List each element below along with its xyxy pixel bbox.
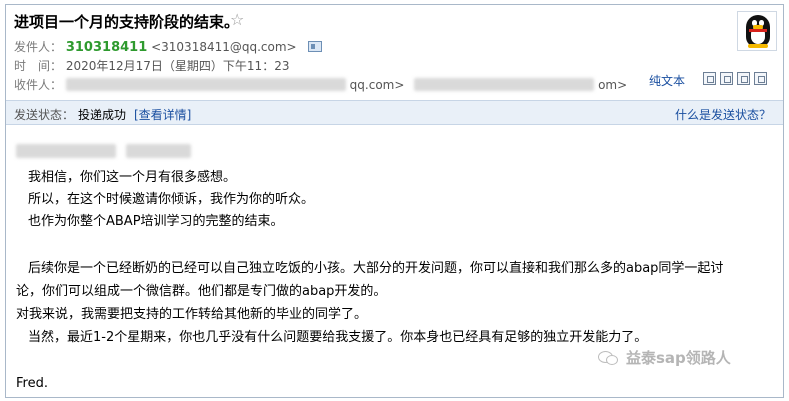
sender-row: 发件人： 310318411 <310318411@qq.com>	[14, 38, 323, 55]
watermark-text: 益泰sap领路人	[626, 349, 731, 367]
body-line: 我相信，你们这一个月有很多感想。	[28, 170, 237, 185]
view-details-link[interactable]: [查看详情]	[134, 106, 191, 123]
body-line: 后续你是一个已经断奶的已经可以自己独立吃饭的小孩。大部分的开发问题，你可以直接和…	[28, 261, 724, 276]
time-row: 时 间： 2020年12月17日（星期四）下午11：23	[14, 57, 289, 74]
mail-header: 进项目一个月的支持阶段的结束。 ☆ 发件人： 310318411 <310318…	[6, 5, 783, 100]
delivery-status-bar: 发送状态： 投递成功 [查看详情] 什么是发送状态？	[6, 100, 783, 125]
time-label: 时 间：	[14, 59, 63, 73]
recipient-row: 收件人： qq.com> om>	[14, 76, 627, 93]
avatar[interactable]	[737, 11, 777, 51]
toolbar-icons	[703, 72, 767, 85]
time-value: 2020年12月17日（星期四）下午11：23	[65, 59, 290, 73]
qq-penguin-icon	[746, 15, 770, 48]
body-line: 当然，最近1-2个星期来，你也几乎没有什么问题要给我支援了。你本身也已经具有足够…	[28, 330, 648, 345]
copy-icon[interactable]	[720, 72, 733, 85]
watermark: 益泰sap领路人	[598, 347, 731, 368]
status-value: 投递成功	[78, 108, 127, 122]
redacted-recipient-2	[414, 78, 595, 91]
wechat-icon	[598, 349, 620, 367]
star-icon[interactable]: ☆	[230, 10, 244, 29]
status-help-link[interactable]: 什么是发送状态？	[675, 106, 771, 123]
print-icon[interactable]	[754, 72, 767, 85]
signature: Fred.	[16, 376, 48, 391]
sender-email: <310318411@qq.com>	[151, 40, 297, 54]
body-line: 论，你们可以组成一个微信群。他们都是专门做的abap开发的。	[16, 284, 387, 299]
body-line: 也作为你整个ABAP培训学习的完整的结束。	[28, 214, 284, 229]
plaintext-link[interactable]: 纯文本	[649, 72, 685, 89]
redacted-recipient	[65, 78, 346, 91]
vcard-icon[interactable]	[308, 41, 323, 52]
sender-label: 发件人：	[14, 40, 63, 54]
window-icon[interactable]	[703, 72, 716, 85]
body-line: 所以，在这个时候邀请你倾诉，我作为你的听众。	[28, 192, 315, 207]
recipient-label: 收件人：	[14, 78, 63, 92]
recipient-suffix-2: om>	[598, 78, 628, 92]
body-line: 对我来说，我需要把支持的工作转给其他新的毕业的同学了。	[16, 307, 368, 322]
sender-name[interactable]: 310318411	[66, 40, 147, 55]
redacted-greeting	[16, 142, 192, 163]
save-icon[interactable]	[737, 72, 750, 85]
mail-window: 进项目一个月的支持阶段的结束。 ☆ 发件人： 310318411 <310318…	[5, 4, 784, 398]
mail-subject: 进项目一个月的支持阶段的结束。	[14, 13, 240, 31]
status-label: 发送状态：	[14, 108, 75, 122]
recipient-suffix-1: qq.com>	[349, 78, 405, 92]
